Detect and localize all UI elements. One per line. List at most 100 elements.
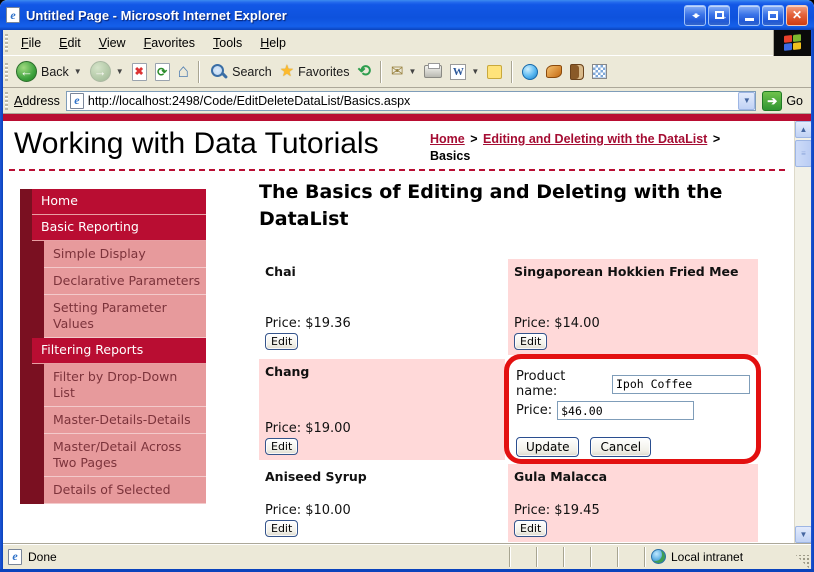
go-button[interactable]: ➔ xyxy=(762,90,783,111)
main-content: The Basics of Editing and Deleting with … xyxy=(259,179,769,542)
titlebar-buttons: ◂▸ → ✕ xyxy=(684,4,808,26)
product-name: Gula Malacca xyxy=(514,469,608,484)
window-border-left xyxy=(0,30,3,572)
product-name: Aniseed Syrup xyxy=(265,469,367,484)
sidebar-item-declarative-parameters[interactable]: Declarative Parameters xyxy=(20,268,206,295)
toolbar: ← Back ▼ → ▼ ✖ ⟳ ⌂ Search ★ Favorites ⟲ xyxy=(3,56,811,88)
sidebar-item-filter-by-dropdown-list[interactable]: Filter by Drop-Down List xyxy=(20,364,206,407)
breadcrumb: Home > Editing and Deleting with the Dat… xyxy=(430,131,775,165)
toolbar-separator xyxy=(198,60,201,83)
resize-grip[interactable] xyxy=(796,555,810,569)
sidebar-item-simple-display[interactable]: Simple Display xyxy=(20,241,206,268)
stop-button[interactable]: ✖ xyxy=(128,61,151,83)
messenger-button[interactable] xyxy=(518,62,542,82)
history-button[interactable]: ⟲ xyxy=(353,62,374,82)
dashed-divider xyxy=(9,169,785,171)
product-name: Singaporean Hokkien Fried Mee xyxy=(514,264,739,279)
back-dropdown-icon[interactable]: ▼ xyxy=(74,67,82,76)
titlebar-arrows-button[interactable]: ◂▸ xyxy=(684,4,706,26)
menu-grip[interactable] xyxy=(5,33,8,52)
edit-with-word-button[interactable]: W ▼ xyxy=(446,62,483,82)
page-title: The Basics of Editing and Deleting with … xyxy=(259,181,723,230)
print-button[interactable] xyxy=(420,63,446,80)
home-button[interactable]: ⌂ xyxy=(174,60,193,83)
product-name-label: Product name: xyxy=(516,369,566,399)
sidebar-item-master-details-details[interactable]: Master-Details-Details xyxy=(20,407,206,434)
product-name-input[interactable] xyxy=(612,374,750,394)
print-icon xyxy=(424,63,443,78)
scroll-thumb[interactable]: ≡ xyxy=(795,140,811,167)
forward-icon: → xyxy=(89,61,111,82)
edit-button[interactable]: Edit xyxy=(265,438,299,455)
menu-file[interactable]: File xyxy=(12,33,50,53)
maximize-button[interactable] xyxy=(762,4,784,26)
product-cell-chang: Chang Price: $19.00 Edit xyxy=(259,359,505,460)
menu-edit[interactable]: Edit xyxy=(50,33,90,53)
security-zone-label: Local intranet xyxy=(671,549,744,564)
go-label[interactable]: Go xyxy=(786,94,803,108)
breadcrumb-current: Basics xyxy=(430,149,471,163)
refresh-button[interactable]: ⟳ xyxy=(151,61,174,83)
scroll-down-button[interactable]: ▼ xyxy=(795,526,811,543)
edit-button[interactable]: Edit xyxy=(514,333,548,350)
minimize-button[interactable] xyxy=(738,4,760,26)
menu-view[interactable]: View xyxy=(90,33,135,53)
breadcrumb-section-link[interactable]: Editing and Deleting with the DataList xyxy=(483,132,707,146)
vertical-scrollbar[interactable]: ▲ ≡ ▼ xyxy=(794,121,811,543)
sidebar-item-setting-parameter-values[interactable]: Setting Parameter Values xyxy=(20,295,206,338)
status-pane xyxy=(617,546,644,567)
address-grip[interactable] xyxy=(5,91,8,110)
menu-tools[interactable]: Tools xyxy=(204,33,251,53)
sidebar-item-details-of-selected[interactable]: Details of Selected xyxy=(20,477,206,504)
edit-button[interactable]: Edit xyxy=(265,333,299,350)
edit-button[interactable]: Edit xyxy=(514,520,548,537)
titlebar-popout-button[interactable]: → xyxy=(708,4,730,26)
update-button[interactable]: Update xyxy=(516,437,580,457)
address-input[interactable]: e http://localhost:2498/Code/EditDeleteD… xyxy=(65,90,757,111)
toolbar-grip[interactable] xyxy=(5,62,8,81)
sidebar-item-home[interactable]: Home xyxy=(20,189,206,215)
forward-button[interactable]: → ▼ xyxy=(86,59,128,84)
breadcrumb-home-link[interactable]: Home xyxy=(430,132,465,146)
price-input[interactable] xyxy=(557,401,695,420)
favorites-button[interactable]: ★ Favorites xyxy=(276,62,354,82)
status-pane xyxy=(509,546,536,567)
sidebar-item-filtering-reports[interactable]: Filtering Reports xyxy=(20,338,206,364)
research-button[interactable] xyxy=(566,62,588,82)
product-name: Chai xyxy=(265,264,296,279)
popout-arrow-icon: → xyxy=(718,10,728,21)
status-bar: e Done Local intranet xyxy=(3,543,811,569)
search-icon xyxy=(209,62,228,81)
scroll-up-button[interactable]: ▲ xyxy=(795,121,811,138)
address-url[interactable]: http://localhost:2498/Code/EditDeleteDat… xyxy=(88,94,734,108)
close-button[interactable]: ✕ xyxy=(786,4,808,26)
icq-icon xyxy=(592,64,608,79)
forward-dropdown-icon[interactable]: ▼ xyxy=(116,67,124,76)
edit-button[interactable]: Edit xyxy=(265,520,299,537)
breadcrumb-separator: > xyxy=(470,132,478,146)
mail-dropdown-icon[interactable]: ▼ xyxy=(408,67,416,76)
ie-app-icon: e xyxy=(6,7,20,23)
menu-help[interactable]: Help xyxy=(251,33,295,53)
notes-icon xyxy=(487,64,503,79)
menu-favorites[interactable]: Favorites xyxy=(135,33,204,53)
notes-button[interactable] xyxy=(483,63,506,81)
snagit-button[interactable] xyxy=(542,63,566,80)
search-button[interactable]: Search xyxy=(205,60,276,83)
sidebar-item-basic-reporting[interactable]: Basic Reporting xyxy=(20,215,206,241)
mail-button[interactable]: ✉ ▼ xyxy=(387,62,421,81)
minimize-icon xyxy=(744,18,754,21)
back-button[interactable]: ← Back ▼ xyxy=(12,59,86,84)
site-title: Working with Data Tutorials xyxy=(14,127,379,160)
word-dropdown-icon[interactable]: ▼ xyxy=(471,67,479,76)
icq-button[interactable] xyxy=(588,62,611,81)
address-dropdown-button[interactable]: ▼ xyxy=(738,91,756,110)
home-icon: ⌂ xyxy=(177,61,190,82)
product-price: Price: $14.00 xyxy=(514,316,600,331)
cancel-button[interactable]: Cancel xyxy=(590,437,652,457)
sidebar-item-master-detail-two-pages[interactable]: Master/Detail Across Two Pages xyxy=(20,434,206,477)
page-viewport: Working with Data Tutorials Home > Editi… xyxy=(3,121,811,543)
product-price: Price: $19.00 xyxy=(265,421,351,436)
product-cell-chai: Chai Price: $19.36 Edit xyxy=(259,259,505,355)
history-icon: ⟲ xyxy=(357,62,371,80)
